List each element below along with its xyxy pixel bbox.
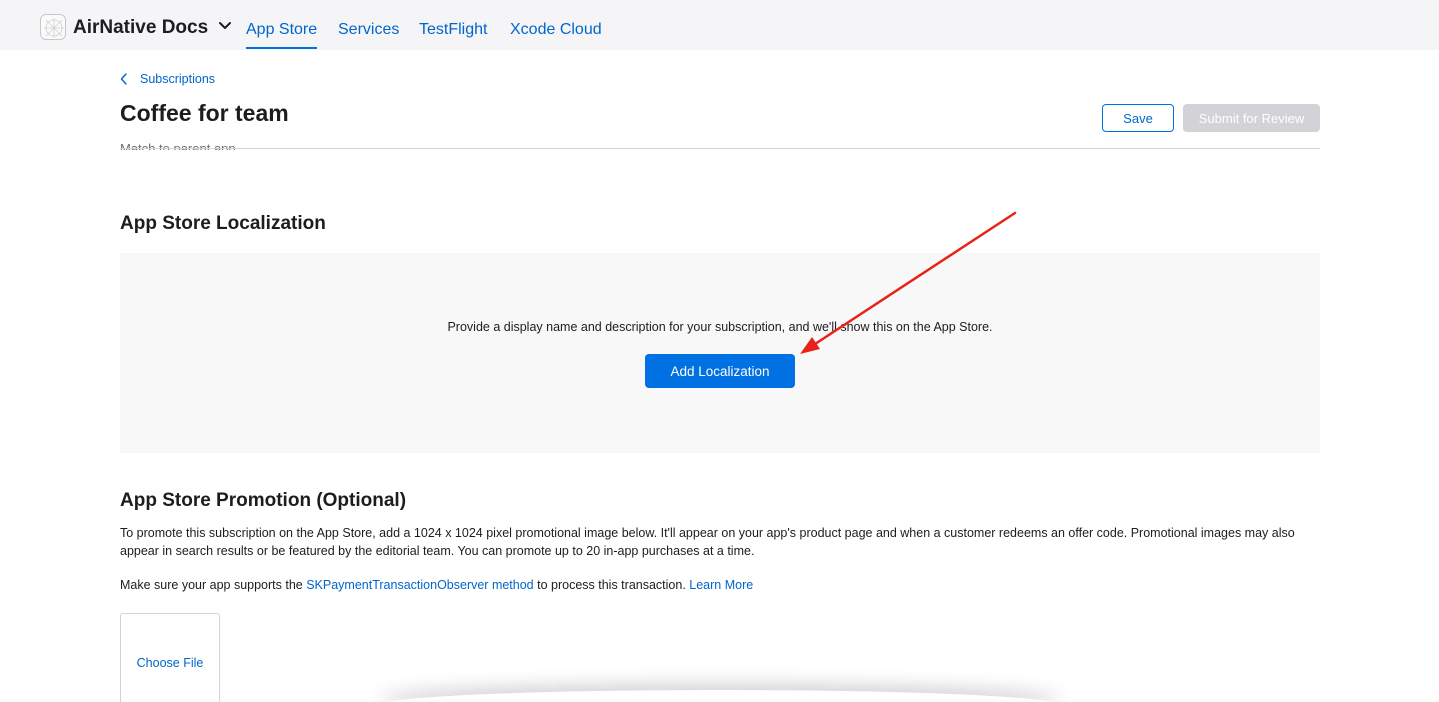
localization-empty-panel: Provide a display name and description f…: [120, 253, 1320, 453]
brand-name[interactable]: AirNative Docs: [73, 17, 208, 39]
top-navigation-bar: AirNative Docs App Store Services TestFl…: [0, 0, 1439, 50]
header-divider: [120, 148, 1320, 149]
tab-services[interactable]: Services: [338, 21, 399, 39]
skpayment-observer-link[interactable]: SKPaymentTransactionObserver method: [306, 578, 533, 592]
tab-testflight[interactable]: TestFlight: [419, 21, 487, 39]
save-button[interactable]: Save: [1102, 104, 1174, 132]
tab-xcode-cloud[interactable]: Xcode Cloud: [510, 21, 602, 39]
promotional-image-dropzone[interactable]: Choose File: [120, 613, 220, 702]
promotion-description: To promote this subscription on the App …: [120, 526, 1295, 558]
localization-message: Provide a display name and description f…: [447, 320, 993, 334]
floating-panel-shadow: [380, 690, 1060, 702]
chevron-down-icon[interactable]: [218, 21, 232, 31]
submit-for-review-button[interactable]: Submit for Review: [1183, 104, 1320, 132]
learn-more-link[interactable]: Learn More: [689, 578, 753, 592]
promotion-note-prefix: Make sure your app supports the: [120, 578, 307, 592]
promotion-section-title: App Store Promotion (Optional): [120, 490, 407, 511]
page-title: Coffee for team: [120, 100, 289, 126]
app-logo-icon: [40, 14, 66, 40]
promotion-note: Make sure your app supports the SKPaymen…: [120, 578, 753, 592]
tab-app-store[interactable]: App Store: [246, 21, 318, 49]
breadcrumb-label: Subscriptions: [140, 72, 216, 86]
breadcrumb-back-link[interactable]: Subscriptions: [120, 72, 215, 86]
choose-file-link[interactable]: Choose File: [121, 656, 219, 670]
localization-section-title: App Store Localization: [120, 213, 326, 234]
chevron-left-icon: [120, 73, 127, 85]
promotion-note-suffix: to process this transaction.: [533, 578, 690, 592]
add-localization-button[interactable]: Add Localization: [645, 354, 795, 388]
